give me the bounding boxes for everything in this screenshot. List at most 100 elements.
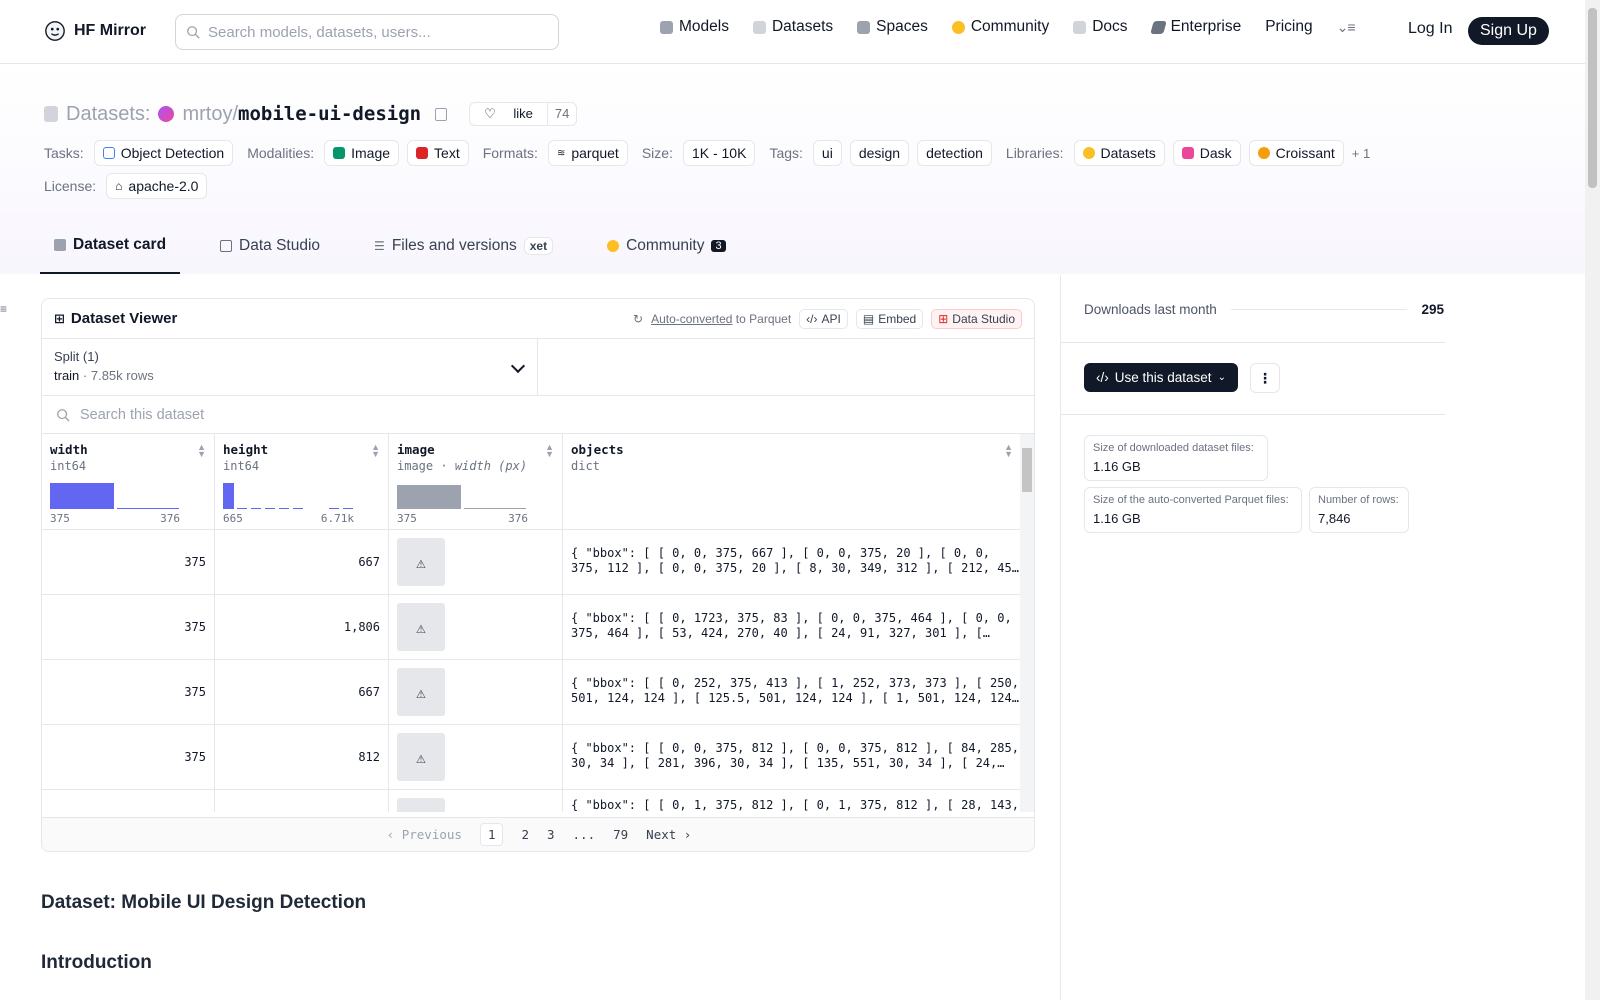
- more-options-button[interactable]: ⋮: [1250, 363, 1280, 393]
- tab-dataset-card[interactable]: Dataset card: [40, 230, 181, 274]
- tag-chip-design[interactable]: design: [849, 140, 910, 166]
- like-button[interactable]: ♡ like 74: [469, 102, 578, 126]
- size-chip[interactable]: 1K - 10K: [682, 140, 756, 166]
- sort-icon[interactable]: ▲ ▼: [371, 443, 380, 459]
- histogram: [223, 481, 353, 509]
- toc-toggle-icon[interactable]: ≡: [0, 302, 7, 316]
- embed-button[interactable]: ▤ Embed: [855, 308, 924, 329]
- libraries-label: Libraries:: [1005, 145, 1064, 161]
- nav-datasets[interactable]: Datasets: [752, 18, 833, 36]
- section-label[interactable]: Datasets:: [66, 103, 150, 126]
- tag-chip-ui[interactable]: ui: [812, 140, 842, 166]
- modality-chip-text[interactable]: Text: [407, 140, 469, 166]
- task-chip[interactable]: Object Detection: [93, 140, 234, 166]
- repo-tabs: Dataset card Data Studio ☰ Files and vers…: [40, 230, 740, 274]
- signup-button[interactable]: Sign Up: [1468, 17, 1549, 45]
- column-name: width: [50, 442, 88, 457]
- page-button-1[interactable]: 1: [479, 823, 504, 846]
- parquet-icon: ≋: [556, 147, 566, 159]
- tab-dataset-card-label: Dataset card: [73, 236, 167, 253]
- warning-icon[interactable]: ⚠: [397, 603, 445, 651]
- grid-scrollbar-thumb[interactable]: [1022, 448, 1032, 492]
- tab-community[interactable]: Community 3: [593, 230, 740, 274]
- library-chip-datasets[interactable]: Datasets: [1073, 140, 1165, 166]
- column-type: int64: [223, 459, 260, 473]
- sort-icon[interactable]: ▲ ▼: [1004, 443, 1013, 459]
- column-header-objects[interactable]: objects dict ▲ ▼: [563, 434, 1022, 530]
- table-row[interactable]: 375 667 ⚠ { "bbox": [ [ 0, 0, 375, 667 ]…: [42, 530, 1022, 595]
- tag-chip-detection[interactable]: detection: [917, 140, 992, 166]
- format-chip[interactable]: ≋ parquet: [547, 140, 628, 166]
- chevron-down-icon: ⌄: [1217, 372, 1226, 383]
- library-chip-croissant[interactable]: Croissant: [1248, 140, 1344, 166]
- warning-icon[interactable]: ⚠: [397, 733, 445, 781]
- copy-icon[interactable]: [435, 107, 448, 121]
- size-label: Size:: [641, 145, 673, 161]
- nav-community[interactable]: Community: [951, 18, 1049, 36]
- table-row[interactable]: 375 1,806 ⚠ { "bbox": [ [ 0, 1723, 375, …: [42, 595, 1022, 660]
- sort-icon[interactable]: ▲ ▼: [197, 443, 206, 459]
- page-scrollbar[interactable]: [1585, 0, 1600, 1000]
- cell-objects: { "bbox": [ [ 0, 1, 375, 812 ], [ 0, 1, …: [563, 790, 1022, 812]
- column-type: int64: [50, 459, 87, 473]
- warning-icon[interactable]: ⚠: [397, 798, 445, 812]
- modality-chip-image[interactable]: Image: [324, 140, 400, 166]
- split-label: Split (1): [54, 349, 99, 364]
- page-button-3[interactable]: 3: [547, 827, 555, 842]
- warning-icon[interactable]: ⚠: [397, 668, 445, 716]
- cell-height: 667: [215, 530, 389, 595]
- histogram-bar: [237, 508, 247, 509]
- page-button-79[interactable]: 79: [613, 827, 628, 842]
- tasks-label: Tasks:: [44, 145, 84, 161]
- column-header-height[interactable]: height int64 ▲ ▼ 665 6.71k: [215, 434, 389, 530]
- table-icon: ⊞: [938, 311, 949, 326]
- api-button[interactable]: ‹/› API: [799, 308, 848, 329]
- split-rows: 7.85k rows: [90, 368, 154, 383]
- nav-docs[interactable]: Docs: [1073, 18, 1128, 36]
- community-count-badge: 3: [711, 240, 726, 252]
- bank-icon: ⌂: [115, 179, 123, 193]
- page-button-2[interactable]: 2: [521, 827, 529, 842]
- license-chip[interactable]: ⌂ apache-2.0: [106, 173, 208, 199]
- rows-stat: Number of rows: 7,846: [1309, 487, 1409, 533]
- nav-spaces[interactable]: Spaces: [857, 18, 928, 36]
- nav-enterprise[interactable]: Enterprise: [1149, 18, 1242, 36]
- table-row[interactable]: ⚠ { "bbox": [ [ 0, 1, 375, 812 ], [ 0, 1…: [42, 790, 1022, 812]
- warning-icon[interactable]: ⚠: [397, 538, 445, 586]
- nav-pricing[interactable]: Pricing: [1265, 18, 1312, 36]
- page-scrollbar-thumb[interactable]: [1588, 8, 1597, 188]
- next-button[interactable]: Next ›: [646, 827, 691, 842]
- auto-converted-link[interactable]: Auto-converted to Parquet: [651, 312, 791, 326]
- sort-icon[interactable]: ▲ ▼: [545, 443, 554, 459]
- data-studio-button[interactable]: ⊞ Data Studio: [931, 308, 1022, 329]
- column-header-image[interactable]: image image · width (px) ▲ ▼ 375 376: [389, 434, 563, 530]
- login-link[interactable]: Log In: [1408, 20, 1452, 38]
- rows-value: 7,846: [1318, 511, 1351, 526]
- nav-models[interactable]: Models: [660, 18, 729, 36]
- column-header-width[interactable]: width int64 ▲ ▼ 375 376: [42, 434, 215, 530]
- tab-files[interactable]: ☰ Files and versions xet: [360, 230, 567, 274]
- dataset-search-input[interactable]: Search this dataset: [42, 396, 1034, 434]
- brand-logo[interactable]: HF Mirror: [44, 20, 146, 42]
- nav-enterprise-label: Enterprise: [1170, 18, 1242, 35]
- grid-scrollbar[interactable]: [1020, 434, 1034, 812]
- parquet-size-value: 1.16 GB: [1093, 511, 1141, 526]
- repo-name[interactable]: mobile-ui-design: [238, 103, 421, 125]
- tab-data-studio[interactable]: Data Studio: [206, 230, 334, 274]
- table-row[interactable]: 375 812 ⚠ { "bbox": [ [ 0, 0, 375, 812 ]…: [42, 725, 1022, 790]
- range-min: 665: [223, 512, 243, 525]
- modality-image-label: Image: [351, 145, 391, 161]
- cell-height: 812: [215, 725, 389, 790]
- use-dataset-button[interactable]: ‹/› Use this dataset ⌄: [1084, 363, 1238, 392]
- more-menu-icon[interactable]: ⌄≡: [1337, 19, 1356, 36]
- histogram-bar: [251, 508, 261, 509]
- repo-owner[interactable]: mrtoy: [182, 103, 232, 126]
- table-row[interactable]: 375 667 ⚠ { "bbox": [ [ 0, 252, 375, 413…: [42, 660, 1022, 725]
- libraries-more[interactable]: + 1: [1352, 146, 1370, 161]
- split-selector[interactable]: Split (1) train · 7.85k rows: [42, 339, 538, 395]
- global-search-input[interactable]: Search models, datasets, users...: [175, 14, 559, 50]
- cell-image: ⚠: [389, 725, 563, 790]
- library-chip-dask[interactable]: Dask: [1172, 140, 1241, 166]
- previous-button[interactable]: ‹ Previous: [387, 827, 462, 842]
- cell-objects: { "bbox": [ [ 0, 0, 375, 812 ], [ 0, 0, …: [563, 725, 1022, 790]
